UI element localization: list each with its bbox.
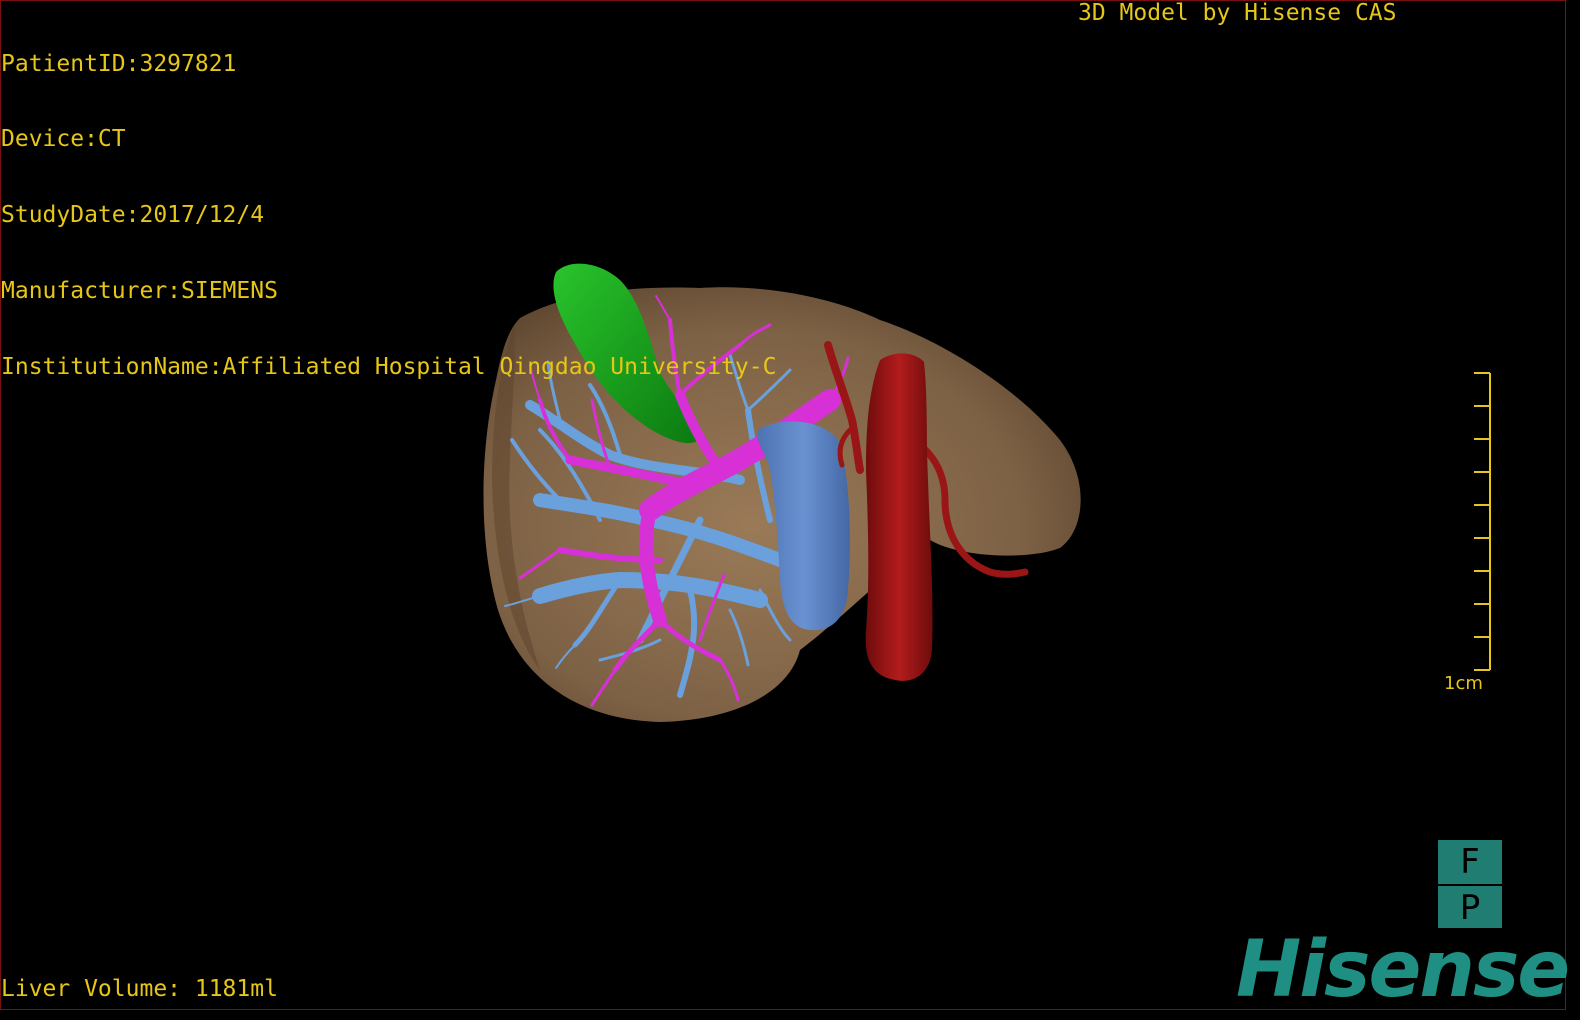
- orientation-top-label: F: [1460, 842, 1480, 882]
- scale-bar-label: 1cm: [1444, 673, 1483, 694]
- liver-volume: Liver Volume: 1181ml: [1, 976, 278, 1002]
- model-credit: 3D Model by Hisense CAS: [1078, 0, 1397, 26]
- device: Device:CT: [1, 126, 126, 153]
- institution-name: InstitutionName:Affiliated Hospital Qing…: [1, 354, 777, 381]
- orientation-cube[interactable]: F P: [1438, 840, 1502, 928]
- study-date: StudyDate:2017/12/4: [1, 202, 265, 229]
- manufacturer: Manufacturer:SIEMENS: [1, 278, 278, 305]
- dicom-info-overlay: PatientID:3297821 Device:CT StudyDate:20…: [1, 1, 776, 406]
- orientation-bottom-label: P: [1459, 888, 1481, 928]
- patient-id: PatientID:3297821: [1, 50, 237, 77]
- orientation-divider: [1438, 884, 1502, 886]
- brand-logo: Hisense: [1236, 925, 1570, 1015]
- scale-bar: [1474, 372, 1491, 671]
